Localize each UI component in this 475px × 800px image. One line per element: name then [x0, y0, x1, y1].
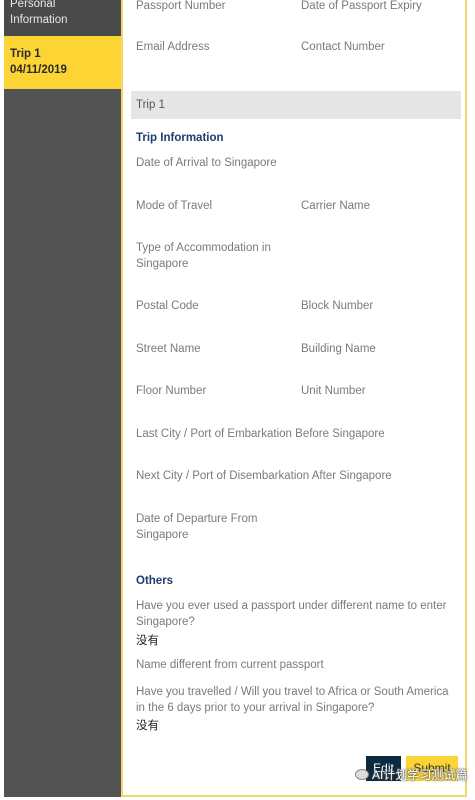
street-name-label: Street Name	[136, 343, 201, 355]
postal-code-label: Postal Code	[136, 300, 199, 312]
accommodation-type-label-line1: Type of Accommodation in	[136, 242, 271, 254]
building-name-label: Building Name	[301, 343, 376, 355]
passport-number-label: Passport Number	[136, 0, 226, 12]
sidebar-item-label: Personal	[10, 0, 56, 10]
question-line2: Singapore?	[136, 616, 195, 628]
answer-different-passport-name: 没有	[136, 635, 159, 647]
mode-of-travel-label: Mode of Travel	[136, 200, 213, 212]
departure-date-label-line2: Singapore	[136, 529, 189, 541]
accommodation-type-label-line2: Singapore	[136, 258, 189, 270]
last-city-label: Last City / Port of Embarkation Before S…	[136, 428, 385, 440]
watermark-text: AI计划学习测试篇	[372, 768, 468, 782]
question-line2: in the 6 days prior to your arrival in S…	[136, 702, 375, 714]
unit-number-label: Unit Number	[301, 385, 366, 397]
arrival-date-label: Date of Arrival to Singapore	[136, 157, 277, 169]
passport-expiry-label: Date of Passport Expiry	[301, 0, 422, 12]
sidebar: Personal Information Trip 1 04/11/2019	[4, 0, 121, 797]
others-title: Others	[136, 575, 174, 587]
question-africa-south-america-travel: Have you travelled / Will you travel to …	[136, 684, 449, 716]
sidebar-item-label: Information	[10, 14, 68, 26]
sidebar-item-label: Trip 1	[10, 48, 41, 60]
accommodation-type-label: Type of Accommodation in Singapore	[136, 240, 271, 272]
carrier-name-label: Carrier Name	[301, 200, 371, 212]
block-number-label: Block Number	[301, 300, 374, 312]
sidebar-item-date: 04/11/2019	[10, 64, 67, 76]
watermark: AI计划学习测试篇	[355, 766, 467, 783]
trip-header-bar: Trip 1	[131, 91, 461, 119]
next-city-label: Next City / Port of Disembarkation After…	[136, 470, 392, 482]
email-address-label: Email Address	[136, 41, 210, 53]
question-line1: Have you travelled / Will you travel to …	[136, 686, 449, 698]
sidebar-item-personal-information[interactable]: Personal Information	[4, 0, 121, 36]
trip-information-title: Trip Information	[136, 132, 224, 144]
answer-africa-south-america-travel: 没有	[136, 720, 159, 732]
departure-date-label: Date of Departure From Singapore	[136, 511, 257, 543]
departure-date-label-line1: Date of Departure From	[136, 513, 258, 525]
question-line1: Have you ever used a passport under diff…	[136, 600, 447, 612]
review-panel: Passport Number Date of Passport Expiry …	[121, 0, 467, 797]
question-different-passport-name: Have you ever used a passport under diff…	[136, 598, 446, 630]
floor-number-label: Floor Number	[136, 385, 207, 397]
name-different-label: Name different from current passport	[136, 659, 324, 671]
contact-number-label: Contact Number	[301, 41, 385, 53]
sidebar-item-trip-1[interactable]: Trip 1 04/11/2019	[4, 36, 121, 89]
wechat-icon	[355, 769, 369, 780]
